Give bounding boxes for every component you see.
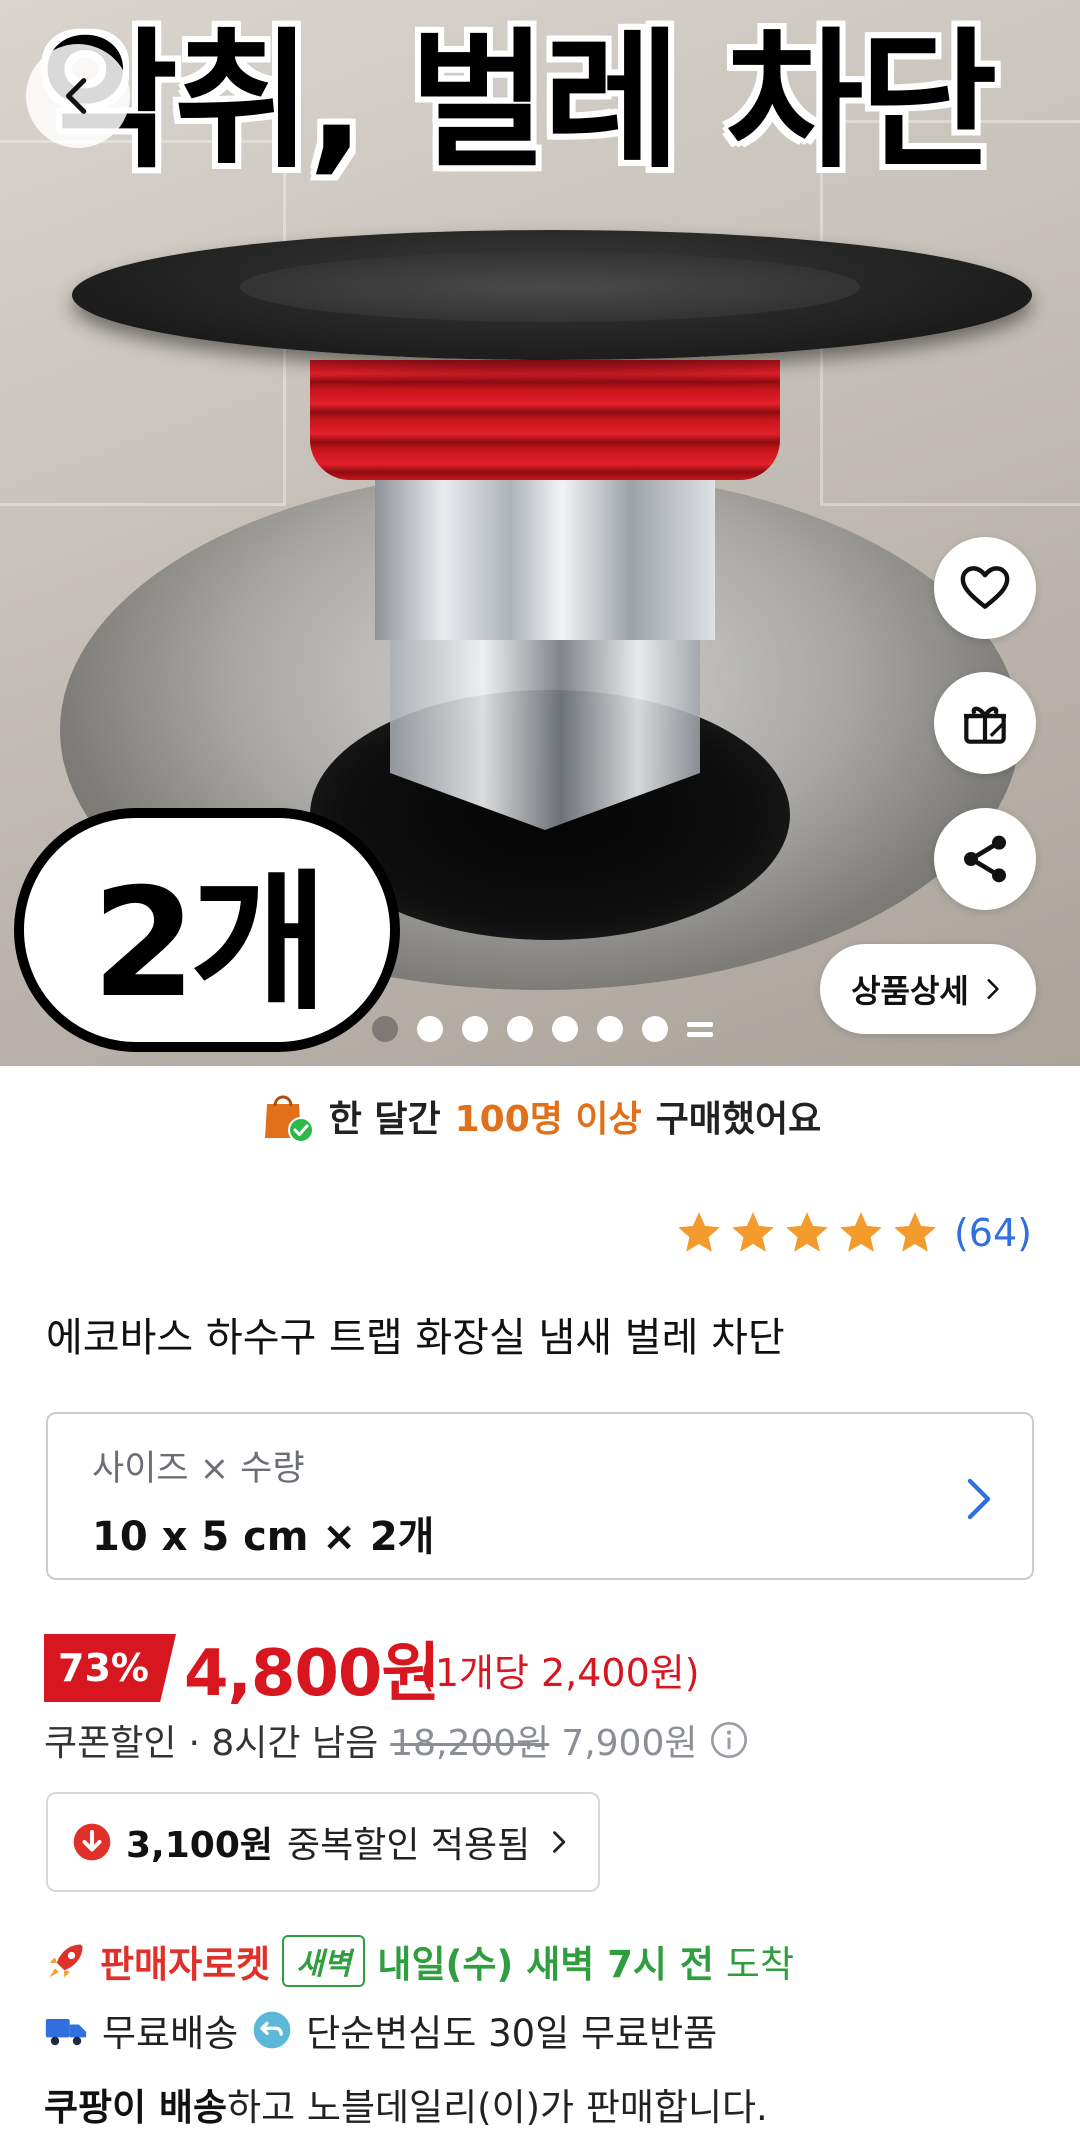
gift-icon <box>964 706 1006 744</box>
gallery-dot[interactable] <box>507 1016 533 1042</box>
extra-discount-text: 중복할인 적용됨 <box>287 1825 531 1866</box>
share-icon <box>964 835 1006 883</box>
heart-icon <box>960 566 1010 609</box>
truck-icon <box>45 2019 87 2046</box>
coupon-info: 쿠폰할인 · 8시간 남음 18,200원 7,900원 <box>44 1714 749 1766</box>
trap-body <box>375 480 715 640</box>
unit-price: (1개당 2,400원) <box>420 1651 700 1695</box>
discount-rate-badge: 73% <box>44 1634 176 1702</box>
gallery-dot[interactable] <box>552 1016 578 1042</box>
gallery-more-icon[interactable] <box>687 1016 713 1042</box>
chevron-left-icon <box>65 78 87 114</box>
star-icon <box>732 1212 774 1252</box>
seller-text: 하고 노블데일리(이)가 판매합니다. <box>227 2086 768 2129</box>
count-badge: 2개 <box>14 808 400 1052</box>
info-icon[interactable] <box>709 1720 749 1760</box>
shopping-bag-icon <box>264 1095 314 1143</box>
share-button[interactable] <box>934 808 1036 910</box>
coupon-label: 쿠폰할인 <box>44 1723 177 1764</box>
chevron-right-icon <box>987 979 999 999</box>
free-shipping: 무료배송 <box>102 2012 239 2055</box>
product-title: 에코바스 하수구 트랩 화장실 냄새 벌레 차단 <box>46 1315 785 1361</box>
product-detail-label: 상품상세 <box>851 972 969 1010</box>
product-image-gallery[interactable]: 악취, 벌레 차단 2개 <box>0 0 1080 1066</box>
gift-button[interactable] <box>934 672 1036 774</box>
arrow-down-circle-icon <box>73 1823 111 1861</box>
coupon-time-left: · 8시간 남음 <box>188 1723 379 1764</box>
pre-coupon-price: 7,900원 <box>561 1723 698 1764</box>
gallery-pagination <box>372 1016 713 1042</box>
final-price: 4,800원 <box>184 1637 440 1711</box>
red-seal <box>310 360 780 480</box>
rating[interactable]: (64) <box>674 1208 1032 1258</box>
purchase-suffix: 구매했어요 <box>655 1099 822 1140</box>
star-icon <box>678 1212 720 1252</box>
original-price: 18,200원 <box>390 1723 550 1764</box>
hero-headline: 악취, 벌레 차단 <box>40 15 997 189</box>
option-selector[interactable]: 사이즈 × 수량 10 x 5 cm × 2개 <box>46 1412 1034 1580</box>
rocket-icon <box>49 1944 83 1978</box>
gallery-dot[interactable] <box>372 1016 398 1042</box>
purchase-count-banner: 한 달간 100명 이상 구매했어요 <box>0 1086 1080 1146</box>
free-return: 단순변심도 30일 무료반품 <box>306 2012 718 2055</box>
product-detail-button[interactable]: 상품상세 <box>820 944 1036 1034</box>
delivery-info: 판매자로켓 새벽 내일(수) 새벽 7시 전 도착 <box>44 1934 794 1988</box>
return-icon <box>253 2011 291 2049</box>
gallery-dot[interactable] <box>642 1016 668 1042</box>
gallery-dot[interactable] <box>462 1016 488 1042</box>
purchase-highlight: 100명 이상 <box>454 1099 642 1140</box>
count-badge-text: 2개 <box>91 856 328 1031</box>
dawn-delivery-tag: 새벽 <box>282 1935 366 1987</box>
gallery-dot[interactable] <box>417 1016 443 1042</box>
rocket-label: 판매자로켓 <box>100 1943 271 1986</box>
option-value: 10 x 5 cm × 2개 <box>92 1514 435 1560</box>
star-icon <box>840 1212 882 1252</box>
seller-info: 쿠팡이 배송하고 노블데일리(이)가 판매합니다. <box>44 2077 768 2131</box>
back-button[interactable] <box>26 44 130 148</box>
extra-discount-button[interactable]: 3,100원 중복할인 적용됨 <box>46 1792 600 1892</box>
option-label: 사이즈 × 수량 <box>92 1449 305 1489</box>
seller-delivery-bold: 쿠팡이 배송 <box>44 2086 228 2129</box>
arrival-time: 내일(수) 새벽 7시 전 <box>377 1943 714 1986</box>
chevron-right-icon <box>553 1831 566 1853</box>
star-icon <box>894 1212 936 1252</box>
trap-flange-inner <box>240 252 860 322</box>
review-count[interactable]: (64) <box>954 1211 1032 1255</box>
star-icon <box>786 1212 828 1252</box>
extra-discount-amount: 3,100원 <box>126 1825 273 1866</box>
shipping-info: 무료배송 단순변심도 30일 무료반품 <box>44 2003 717 2057</box>
gallery-dot[interactable] <box>597 1016 623 1042</box>
chevron-right-icon <box>967 1478 991 1520</box>
wishlist-button[interactable] <box>934 537 1036 639</box>
purchase-prefix: 한 달간 <box>328 1099 441 1140</box>
arrival-suffix: 도착 <box>725 1943 794 1986</box>
